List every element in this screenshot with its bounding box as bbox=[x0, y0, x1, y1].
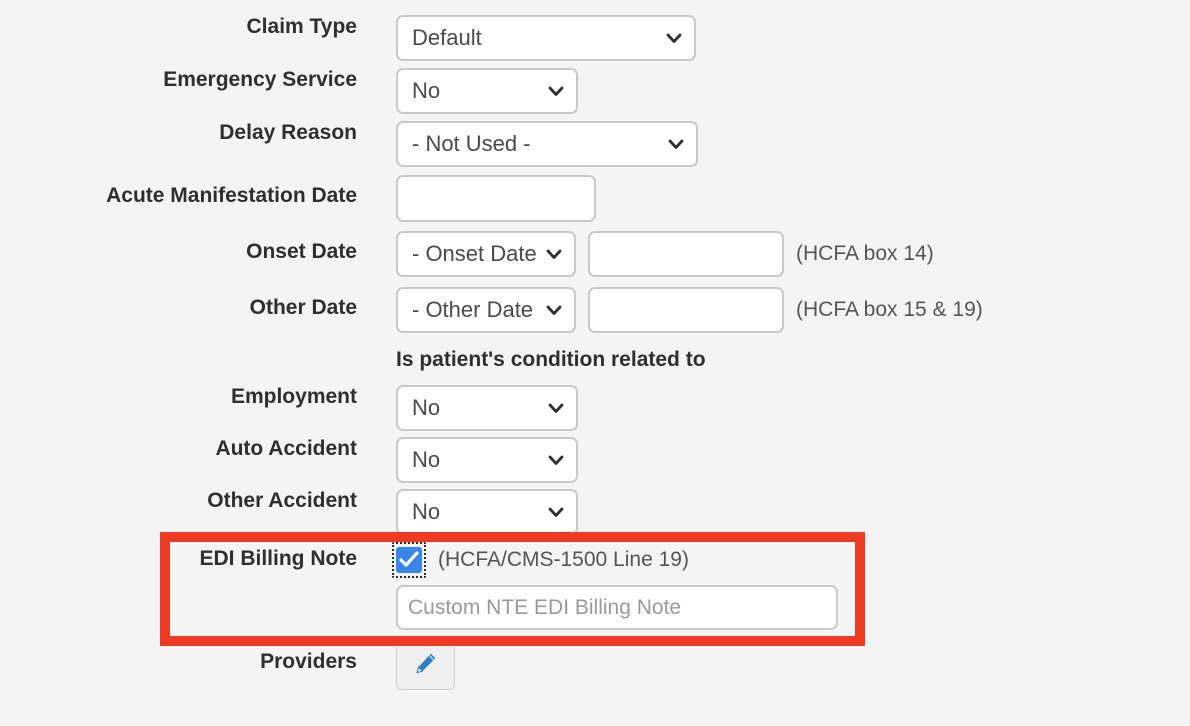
other-accident-label: Other Accident bbox=[207, 489, 357, 512]
auto-accident-select[interactable]: No bbox=[396, 437, 578, 483]
chevron-down-icon bbox=[547, 451, 565, 469]
claim-details-form: Claim Type Default Emergency Service No … bbox=[0, 0, 1190, 726]
edi-billing-note-input[interactable] bbox=[396, 585, 838, 630]
edi-billing-note-control: (HCFA/CMS-1500 Line 19) bbox=[392, 542, 689, 578]
claim-type-select[interactable]: Default bbox=[396, 15, 696, 61]
checkmark-icon bbox=[399, 551, 419, 567]
delay-reason-control: - Not Used - bbox=[396, 121, 698, 167]
onset-date-hint: (HCFA box 14) bbox=[796, 242, 934, 265]
form-row-onset-date: Onset Date - Onset Date - (HCFA box 14) bbox=[0, 231, 934, 277]
auto-accident-select-value: No bbox=[412, 447, 441, 472]
chevron-down-icon bbox=[547, 503, 565, 521]
onset-date-type-select[interactable]: - Onset Date - bbox=[396, 231, 576, 277]
delay-reason-select[interactable]: - Not Used - bbox=[396, 121, 698, 167]
pencil-icon bbox=[414, 651, 438, 680]
form-row-claim-type: Claim Type Default bbox=[0, 15, 696, 61]
form-row-delay-reason: Delay Reason - Not Used - bbox=[0, 121, 698, 167]
condition-related-heading: Is patient's condition related to bbox=[396, 348, 706, 371]
claim-type-select-value: Default bbox=[412, 25, 482, 50]
other-accident-select-value: No bbox=[412, 499, 441, 524]
form-row-providers: Providers bbox=[0, 641, 455, 690]
chevron-down-icon bbox=[665, 29, 683, 47]
other-date-control: - Other Date - (HCFA box 15 & 19) bbox=[396, 287, 983, 333]
employment-select[interactable]: No bbox=[396, 385, 578, 431]
other-date-type-select[interactable]: - Other Date - bbox=[396, 287, 576, 333]
other-accident-select[interactable]: No bbox=[396, 489, 578, 535]
edi-billing-note-checkbox[interactable] bbox=[392, 542, 426, 578]
emergency-service-select[interactable]: No bbox=[396, 68, 578, 114]
chevron-down-icon bbox=[545, 301, 563, 319]
chevron-down-icon bbox=[547, 82, 565, 100]
delay-reason-select-value: - Not Used - bbox=[412, 131, 531, 156]
form-row-other-date: Other Date - Other Date - (HCFA box 15 &… bbox=[0, 287, 983, 333]
onset-date-type-value: - Onset Date - bbox=[412, 241, 540, 266]
chevron-down-icon bbox=[667, 135, 685, 153]
onset-date-label: Onset Date bbox=[246, 240, 357, 263]
providers-edit-button[interactable] bbox=[396, 641, 455, 690]
form-row-auto-accident: Auto Accident No bbox=[0, 437, 578, 483]
providers-control bbox=[396, 641, 455, 690]
providers-label: Providers bbox=[260, 650, 357, 673]
form-row-edi-billing-note: EDI Billing Note (HCFA/CMS-1500 Line 19) bbox=[0, 542, 689, 578]
other-date-input[interactable] bbox=[588, 287, 784, 333]
delay-reason-label: Delay Reason bbox=[219, 121, 357, 144]
employment-select-value: No bbox=[412, 395, 441, 420]
acute-manifestation-date-label: Acute Manifestation Date bbox=[106, 184, 357, 207]
acute-manifestation-date-control bbox=[396, 175, 596, 222]
claim-type-control: Default bbox=[396, 15, 696, 61]
chevron-down-icon bbox=[547, 399, 565, 417]
auto-accident-control: No bbox=[396, 437, 578, 483]
onset-date-input[interactable] bbox=[588, 231, 784, 277]
other-date-label: Other Date bbox=[249, 296, 357, 319]
onset-date-control: - Onset Date - (HCFA box 14) bbox=[396, 231, 934, 277]
other-date-type-value: - Other Date - bbox=[412, 297, 540, 322]
form-row-acute-manifestation-date: Acute Manifestation Date bbox=[0, 175, 596, 222]
emergency-service-control: No bbox=[396, 68, 578, 114]
emergency-service-select-value: No bbox=[412, 78, 441, 103]
form-row-employment: Employment No bbox=[0, 385, 578, 431]
claim-type-label: Claim Type bbox=[246, 15, 357, 38]
edi-billing-note-hint: (HCFA/CMS-1500 Line 19) bbox=[438, 548, 689, 571]
emergency-service-label: Emergency Service bbox=[163, 68, 357, 91]
form-row-emergency-service: Emergency Service No bbox=[0, 68, 578, 114]
employment-label: Employment bbox=[230, 385, 357, 408]
form-row-other-accident: Other Accident No bbox=[0, 489, 578, 535]
auto-accident-label: Auto Accident bbox=[215, 437, 357, 460]
chevron-down-icon bbox=[545, 245, 563, 263]
other-date-hint: (HCFA box 15 & 19) bbox=[796, 298, 983, 321]
other-accident-control: No bbox=[396, 489, 578, 535]
form-row-edi-note-input bbox=[0, 585, 838, 630]
checkbox-box bbox=[396, 547, 422, 573]
acute-manifestation-date-input[interactable] bbox=[396, 175, 596, 222]
edi-billing-note-label: EDI Billing Note bbox=[199, 547, 358, 570]
edi-note-input-control bbox=[396, 585, 838, 630]
employment-control: No bbox=[396, 385, 578, 431]
